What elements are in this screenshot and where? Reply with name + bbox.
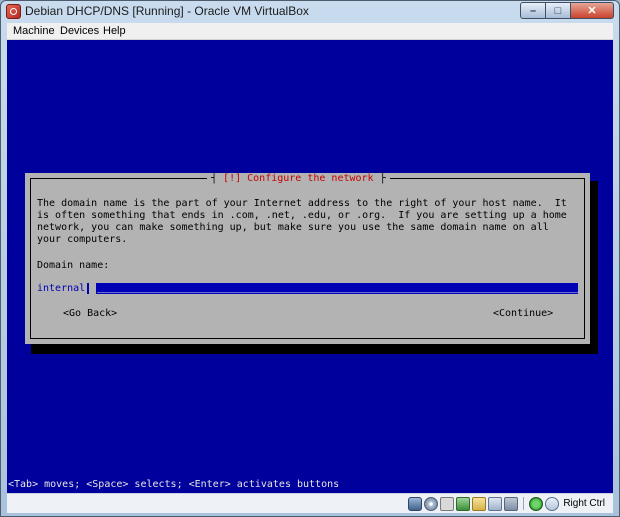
menu-help[interactable]: Help — [103, 25, 126, 37]
virtualbox-window: Debian DHCP/DNS [Running] - Oracle VM Vi… — [0, 0, 620, 517]
domain-name-label: Domain name: — [37, 260, 110, 271]
menu-bar: Machine Devices Help — [7, 23, 613, 40]
dialog-title: ┤ [!] Configure the network ├ — [207, 173, 390, 185]
host-key-arrow-icon — [545, 496, 560, 511]
menu-machine[interactable]: Machine — [13, 25, 55, 37]
menu-devices[interactable]: Devices — [60, 25, 99, 37]
status-separator — [523, 497, 525, 510]
keyboard-help-line: <Tab> moves; <Space> selects; <Enter> ac… — [8, 479, 340, 490]
go-back-button[interactable]: <Go Back> — [63, 308, 117, 320]
dialog-description: The domain name is the part of your Inte… — [37, 198, 567, 245]
dialog-title-alert: [!] — [223, 173, 242, 184]
hard-disk-icon[interactable] — [408, 496, 423, 511]
minimize-button[interactable]: – — [520, 2, 546, 19]
domain-name-input[interactable]: internal — [37, 283, 578, 294]
window-controls: – □ ✕ — [520, 2, 614, 19]
virtualbox-app-icon[interactable] — [6, 4, 21, 19]
configure-network-dialog: ┤ [!] Configure the network ├ The domain… — [25, 173, 590, 344]
guest-screen[interactable]: ┤ [!] Configure the network ├ The domain… — [7, 40, 613, 493]
shared-folder-icon[interactable] — [472, 496, 487, 511]
display-icon[interactable] — [488, 496, 503, 511]
mouse-integration-icon[interactable] — [529, 496, 544, 511]
window-title: Debian DHCP/DNS [Running] - Oracle VM Vi… — [25, 4, 309, 18]
capture-icon[interactable] — [504, 496, 519, 511]
status-bar: Right Ctrl — [7, 493, 613, 513]
dialog-title-text: Configure the network — [247, 173, 374, 184]
maximize-button[interactable]: □ — [546, 2, 571, 19]
network-icon[interactable] — [456, 496, 471, 511]
text-cursor — [89, 283, 96, 294]
continue-button[interactable]: <Continue> — [493, 308, 553, 320]
title-bar[interactable]: Debian DHCP/DNS [Running] - Oracle VM Vi… — [1, 1, 619, 23]
host-key-label: Right Ctrl — [563, 498, 605, 509]
status-indicators: Right Ctrl — [408, 496, 605, 511]
domain-name-value: internal — [37, 283, 88, 294]
input-underline — [97, 292, 578, 293]
usb-icon[interactable] — [440, 496, 455, 511]
cd-drive-icon[interactable] — [424, 496, 439, 511]
close-button[interactable]: ✕ — [571, 2, 614, 19]
